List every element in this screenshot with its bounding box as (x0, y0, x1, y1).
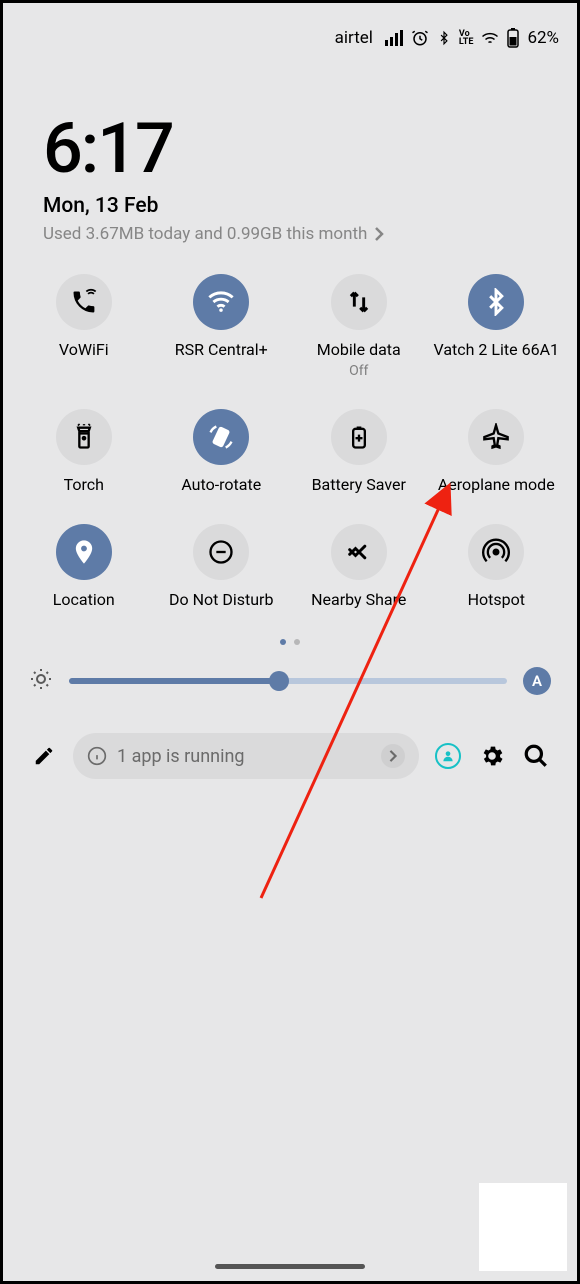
dot-1 (280, 639, 286, 645)
tile-vowifi[interactable]: VoWiFi (15, 274, 153, 379)
nearby-icon (345, 538, 373, 566)
account-button[interactable] (433, 741, 463, 771)
quick-settings-grid: VoWiFi RSR Central+ Mobile data Off Vatc… (3, 244, 577, 609)
tile-bluetooth[interactable]: Vatch 2 Lite 66A1 (428, 274, 566, 379)
chevron-right-icon (381, 744, 405, 768)
tile-aeroplane-mode[interactable]: Aeroplane mode (428, 409, 566, 494)
data-usage-row[interactable]: Used 3.67MB today and 0.99GB this month (43, 224, 537, 244)
auto-brightness-toggle[interactable]: A (523, 667, 551, 695)
tile-mobile-data[interactable]: Mobile data Off (290, 274, 428, 379)
bottom-row: 1 app is running (3, 695, 577, 779)
brightness-row: A (3, 645, 577, 695)
date-label: Mon, 13 Feb (43, 194, 537, 218)
flashlight-icon (70, 423, 98, 451)
bluetooth-icon (482, 288, 510, 316)
settings-button[interactable] (477, 741, 507, 771)
search-icon (523, 743, 549, 769)
dot-2 (294, 639, 300, 645)
gear-icon (479, 743, 505, 769)
tile-hotspot[interactable]: Hotspot (428, 524, 566, 609)
tile-label: Do Not Disturb (169, 590, 273, 609)
running-text: 1 app is running (117, 746, 245, 767)
home-indicator[interactable] (215, 1264, 365, 1269)
tile-sublabel: Off (349, 363, 368, 379)
tile-torch[interactable]: Torch (15, 409, 153, 494)
volte-icon: VoLTE (459, 30, 474, 46)
tile-wifi[interactable]: RSR Central+ (153, 274, 291, 379)
bluetooth-status-icon (437, 29, 451, 47)
running-apps-pill[interactable]: 1 app is running (73, 733, 419, 779)
tile-label: Mobile data (317, 340, 401, 359)
tile-label: Battery Saver (312, 475, 406, 494)
data-arrows-icon (345, 288, 373, 316)
airplane-icon (482, 423, 510, 451)
tile-label: Torch (64, 475, 104, 494)
signal-icon (385, 30, 403, 46)
tile-label: Hotspot (468, 590, 525, 609)
brightness-icon (29, 667, 53, 695)
status-bar: airtel VoLTE 62% (3, 3, 577, 73)
wifi-icon (207, 288, 235, 316)
tile-nearby-share[interactable]: Nearby Share (290, 524, 428, 609)
tile-location[interactable]: Location (15, 524, 153, 609)
tile-label: Auto-rotate (181, 475, 261, 494)
wifi-status-icon (481, 31, 499, 45)
tile-label: Vatch 2 Lite 66A1 (434, 340, 560, 359)
tile-label: RSR Central+ (175, 340, 268, 359)
battery-percent: 62% (527, 28, 559, 48)
tile-battery-saver[interactable]: Battery Saver (290, 409, 428, 494)
carrier-label: airtel (335, 28, 373, 48)
tile-do-not-disturb[interactable]: Do Not Disturb (153, 524, 291, 609)
battery-icon (507, 28, 519, 48)
search-button[interactable] (521, 741, 551, 771)
pin-icon (70, 538, 98, 566)
clock-time: 6:17 (43, 108, 537, 190)
tile-auto-rotate[interactable]: Auto-rotate (153, 409, 291, 494)
tile-label: Nearby Share (311, 590, 406, 609)
tile-label: VoWiFi (59, 340, 109, 359)
slider-thumb[interactable] (269, 671, 289, 691)
data-usage-text: Used 3.67MB today and 0.99GB this month (43, 224, 367, 244)
info-icon (87, 746, 107, 766)
person-icon (441, 749, 455, 763)
hotspot-icon (482, 538, 510, 566)
edit-button[interactable] (29, 741, 59, 771)
dnd-icon (207, 538, 235, 566)
tile-label: Location (53, 590, 115, 609)
brightness-slider[interactable] (69, 678, 507, 684)
alarm-icon (411, 29, 429, 47)
white-square-overlay (479, 1183, 567, 1271)
chevron-right-icon (373, 227, 385, 241)
battery-plus-icon (345, 423, 373, 451)
phone-wifi-icon (70, 288, 98, 316)
rotate-icon (207, 423, 235, 451)
tile-label: Aeroplane mode (438, 475, 555, 494)
